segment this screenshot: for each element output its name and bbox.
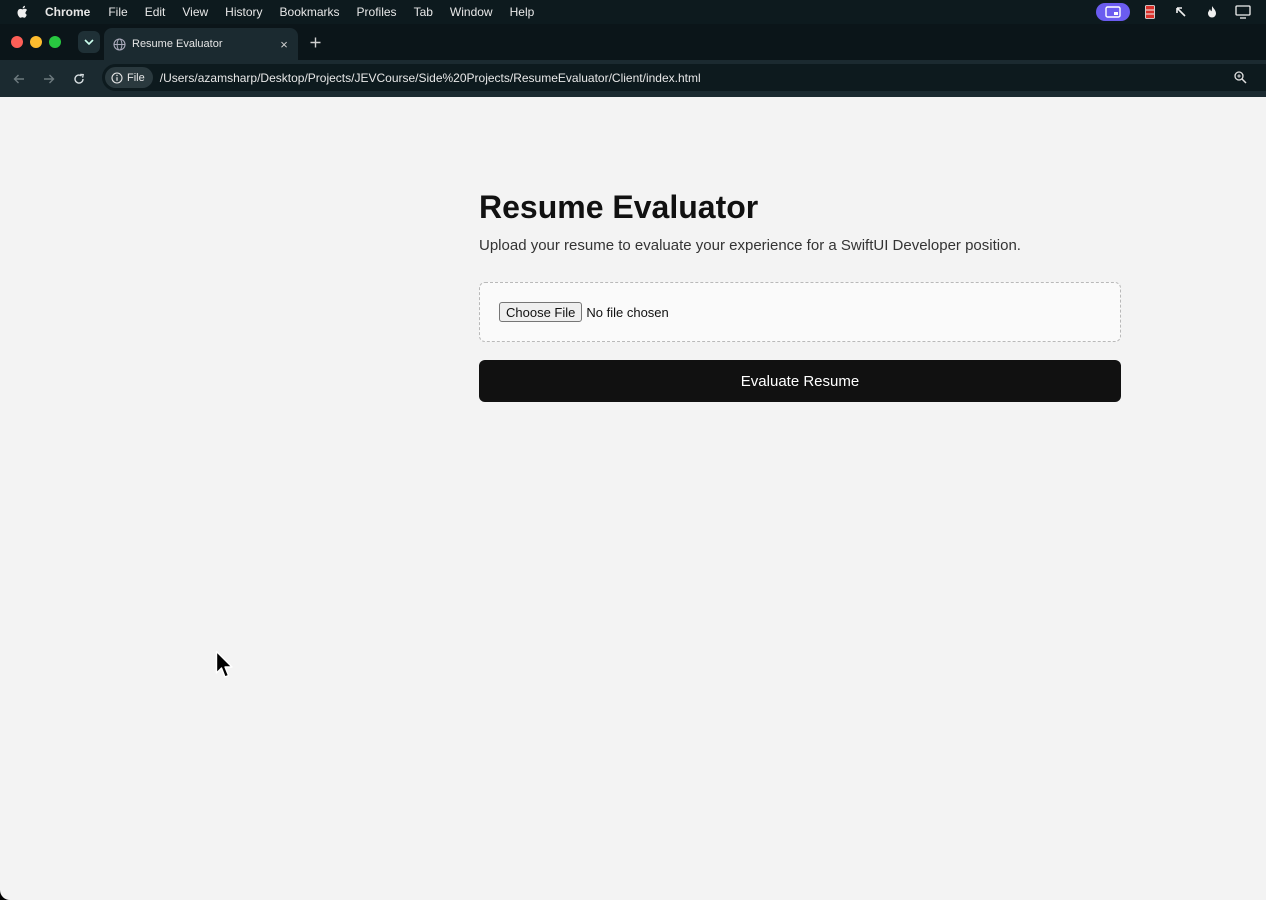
macos-menu-bar: Chrome File Edit View History Bookmarks … <box>0 0 1266 24</box>
new-tab-button[interactable] <box>306 33 324 51</box>
menu-window[interactable]: Window <box>450 5 493 19</box>
browser-tab-strip: Resume Evaluator × <box>0 24 1266 60</box>
zoom-icon[interactable] <box>1234 70 1248 84</box>
url-text[interactable]: /Users/azamsharp/Desktop/Projects/JEVCou… <box>160 71 701 85</box>
back-button[interactable] <box>9 69 29 89</box>
apple-icon[interactable] <box>16 5 30 19</box>
site-info-chip[interactable]: File <box>105 67 153 88</box>
page-title: Resume Evaluator <box>479 189 759 225</box>
evaluator-container: Resume Evaluator Upload your resume to e… <box>479 189 1121 402</box>
reload-icon <box>74 73 84 84</box>
page-subtitle: Upload your resume to evaluate your expe… <box>479 237 1021 254</box>
forward-button[interactable] <box>39 69 59 89</box>
menu-profiles[interactable]: Profiles <box>357 5 397 19</box>
chevron-down-icon <box>84 39 94 45</box>
arrow-left-icon <box>13 74 24 84</box>
menu-bookmarks[interactable]: Bookmarks <box>280 5 340 19</box>
plus-icon <box>310 37 320 47</box>
globe-icon <box>112 37 126 51</box>
menu-tab[interactable]: Tab <box>414 5 433 19</box>
address-bar[interactable]: File /Users/azamsharp/Desktop/Projects/J… <box>102 64 1266 91</box>
browser-toolbar: File /Users/azamsharp/Desktop/Projects/J… <box>0 60 1266 97</box>
flame-icon[interactable] <box>1204 4 1220 20</box>
window-zoom-button[interactable] <box>49 36 61 48</box>
menu-file[interactable]: File <box>108 5 127 19</box>
file-upload-area[interactable]: Choose File No file chosen <box>479 282 1121 342</box>
close-icon[interactable]: × <box>276 36 292 52</box>
tab-resume-evaluator[interactable]: Resume Evaluator × <box>104 28 298 60</box>
reload-button[interactable] <box>69 69 89 89</box>
menu-edit[interactable]: Edit <box>145 5 166 19</box>
menu-app-chrome[interactable]: Chrome <box>45 5 90 19</box>
info-icon <box>111 71 123 84</box>
site-info-label: File <box>127 71 145 84</box>
menu-history[interactable]: History <box>225 5 262 19</box>
screen-sharing-icon[interactable] <box>1096 3 1130 21</box>
tab-title: Resume Evaluator <box>132 38 223 50</box>
display-icon[interactable] <box>1235 4 1251 20</box>
arrow-up-left-icon[interactable] <box>1173 4 1189 20</box>
recording-icon[interactable] <box>1142 4 1158 20</box>
evaluate-resume-button[interactable]: Evaluate Resume <box>479 360 1121 402</box>
tab-search-button[interactable] <box>78 31 100 53</box>
window-minimize-button[interactable] <box>30 36 42 48</box>
file-status-text: No file chosen <box>586 304 669 320</box>
menu-help[interactable]: Help <box>510 5 535 19</box>
window-close-button[interactable] <box>11 36 23 48</box>
choose-file-button[interactable]: Choose File <box>499 302 583 322</box>
arrow-right-icon <box>44 74 55 84</box>
menu-view[interactable]: View <box>182 5 208 19</box>
mouse-cursor-icon <box>215 650 233 678</box>
menu-bar-status-area <box>1096 0 1266 24</box>
page-content: Resume Evaluator Upload your resume to e… <box>0 97 1266 900</box>
